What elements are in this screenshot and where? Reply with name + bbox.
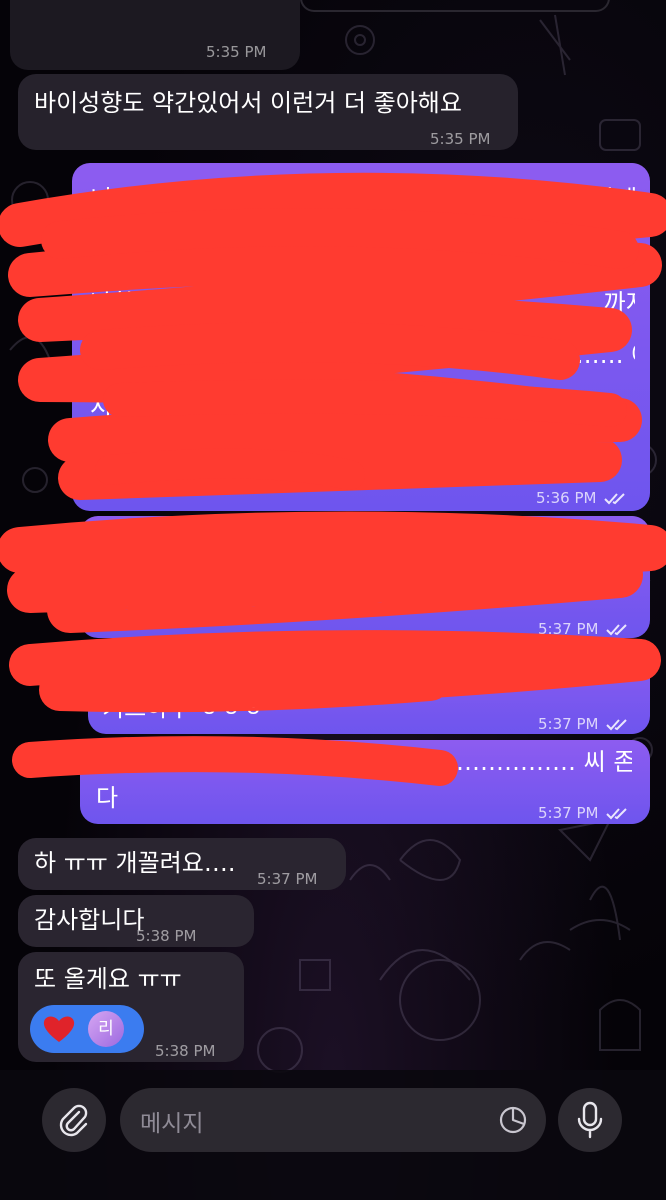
message-bubble-incoming[interactable]: 하 ㅠㅠ 개꼴려요…. 5:37 PM [18, 838, 346, 890]
message-input[interactable]: 메시지 [120, 1088, 546, 1152]
paperclip-icon [59, 1104, 88, 1137]
message-text: 감사합니다 [34, 906, 145, 934]
message-input-placeholder: 메시지 [140, 1111, 204, 1137]
message-text: 하 ㅠㅠ 개꼴려요…. [34, 849, 236, 877]
attach-button[interactable] [42, 1088, 106, 1152]
message-time: 5:38 PM [136, 927, 197, 945]
message-text: 또 올게요 ㅠㅠ [34, 965, 182, 993]
message-time: 5:37 PM [257, 870, 318, 888]
microphone-button[interactable] [558, 1088, 622, 1152]
reactor-avatar: 리 [88, 1011, 124, 1047]
reaction-chip[interactable]: 리 [30, 1005, 144, 1053]
microphone-icon [577, 1101, 603, 1139]
sticker-icon[interactable] [498, 1105, 528, 1135]
heart-icon [43, 1016, 75, 1042]
message-time: 5:38 PM [155, 1042, 216, 1060]
message-bubble-incoming[interactable]: 감사합니다 5:38 PM [18, 895, 254, 947]
